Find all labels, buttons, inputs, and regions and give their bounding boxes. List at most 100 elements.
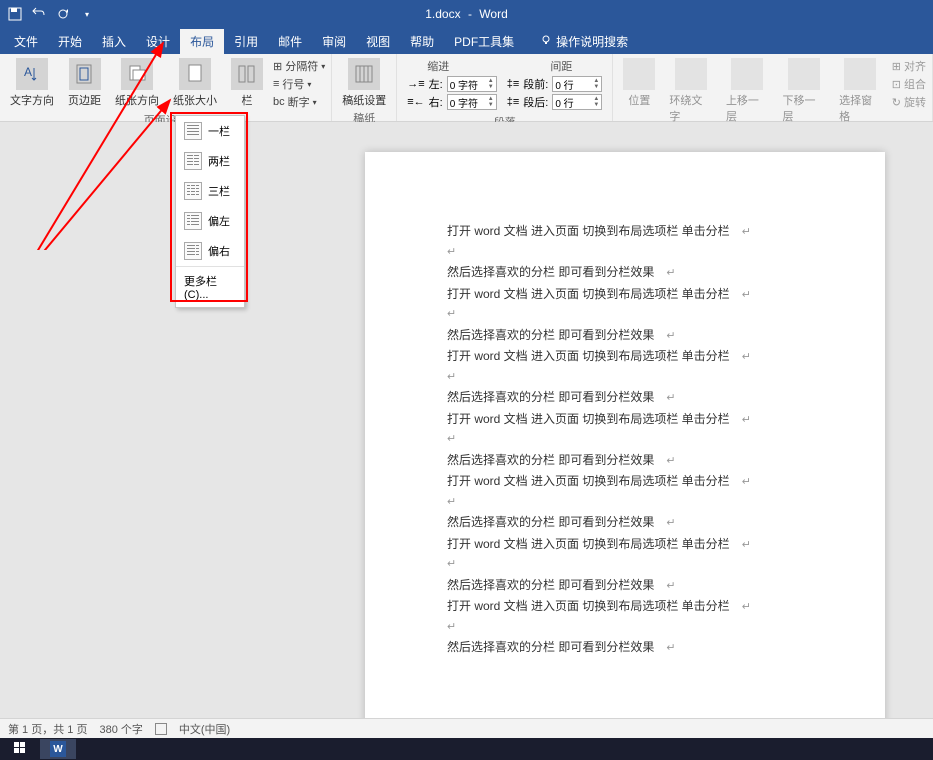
menu-insert[interactable]: 插入 xyxy=(92,29,136,54)
qat-dropdown-icon[interactable]: ▾ xyxy=(80,7,94,21)
tell-me-search[interactable]: 操作说明搜索 xyxy=(532,31,636,52)
ribbon-group-arrange: 位置 环绕文字 上移一层 下移一层 选择窗格 ⊞ 对齐 xyxy=(613,54,933,121)
columns-button[interactable]: 栏 xyxy=(225,56,269,110)
menu-help[interactable]: 帮助 xyxy=(400,29,444,54)
document-line: 然后选择喜欢的分栏 即可看到分栏效果↵ xyxy=(447,451,849,470)
one-column-icon xyxy=(184,122,202,140)
bring-forward-icon xyxy=(731,58,763,90)
app-name: Word xyxy=(475,7,507,21)
orientation-icon xyxy=(121,58,153,90)
hyphenation-button[interactable]: bc 断字 ▾ xyxy=(273,94,325,110)
menubar: 文件 开始 插入 设计 布局 引用 邮件 审阅 视图 帮助 PDF工具集 操作说… xyxy=(0,28,933,54)
menu-file[interactable]: 文件 xyxy=(4,29,48,54)
menu-home[interactable]: 开始 xyxy=(48,29,92,54)
document-line: 打开 word 文档 进入页面 切换到布局选项栏 单击分栏↵ xyxy=(447,597,849,616)
columns-option-two[interactable]: 两栏 xyxy=(176,146,244,176)
empty-paragraph: ↵ xyxy=(447,244,849,261)
align-icon: ⊞ xyxy=(892,60,901,73)
titlebar: ▾ 1.docx - Word xyxy=(0,0,933,28)
windows-icon xyxy=(13,741,27,758)
manuscript-settings-button[interactable]: 稿纸设置 xyxy=(336,56,392,110)
indent-left-icon: →≡ xyxy=(407,78,424,90)
three-column-icon xyxy=(184,182,202,200)
orientation-button[interactable]: 纸张方向 xyxy=(109,56,165,110)
selection-pane-button[interactable]: 选择窗格 xyxy=(833,56,888,126)
breaks-button[interactable]: ⊞ 分隔符 ▾ xyxy=(273,58,325,74)
text-direction-button[interactable]: A 文字方向 xyxy=(4,56,60,110)
status-language[interactable]: 中文(中国) xyxy=(179,721,230,737)
statusbar: 第 1 页，共 1 页 380 个字 中文(中国) xyxy=(0,718,933,738)
menu-layout[interactable]: 布局 xyxy=(180,29,224,54)
document-workspace[interactable]: 打开 word 文档 进入页面 切换到布局选项栏 单击分栏↵ ↵ 然后选择喜欢的分栏… xyxy=(0,122,933,738)
columns-more-option[interactable]: 更多栏(C)... xyxy=(176,267,244,307)
wrap-text-icon xyxy=(675,58,707,90)
columns-icon xyxy=(231,58,263,90)
save-icon[interactable] xyxy=(8,7,22,21)
position-icon xyxy=(623,58,655,90)
word-icon: W xyxy=(50,741,66,757)
group-button: ⊡ 组合 xyxy=(892,76,926,92)
taskbar-word-button[interactable]: W xyxy=(40,739,76,759)
ribbon: A 文字方向 页边距 纸张方向 纸张大小 xyxy=(0,54,933,122)
status-page-info[interactable]: 第 1 页，共 1 页 xyxy=(8,721,87,737)
align-button: ⊞ 对齐 xyxy=(892,58,926,74)
document-line: 然后选择喜欢的分栏 即可看到分栏效果↵ xyxy=(447,388,849,407)
empty-paragraph: ↵ xyxy=(447,369,849,386)
document-line: 打开 word 文档 进入页面 切换到布局选项栏 单击分栏↵ xyxy=(447,285,849,304)
document-line: 打开 word 文档 进入页面 切换到布局选项栏 单击分栏↵ xyxy=(447,410,849,429)
menu-pdf-tools[interactable]: PDF工具集 xyxy=(444,29,524,54)
wrap-text-button: 环绕文字 xyxy=(663,56,718,126)
send-backward-icon xyxy=(788,58,820,90)
menu-review[interactable]: 审阅 xyxy=(312,29,356,54)
position-button: 位置 xyxy=(617,56,661,110)
redo-icon[interactable] xyxy=(56,7,70,21)
status-proofing-icon[interactable] xyxy=(155,722,167,734)
menu-view[interactable]: 视图 xyxy=(356,29,400,54)
bring-forward-button: 上移一层 xyxy=(720,56,775,126)
svg-text:A: A xyxy=(24,65,32,79)
rotate-button: ↻ 旋转 xyxy=(892,94,926,110)
menu-references[interactable]: 引用 xyxy=(224,29,268,54)
two-column-icon xyxy=(184,152,202,170)
columns-option-left[interactable]: 偏左 xyxy=(176,206,244,236)
breaks-icon: ⊞ xyxy=(273,60,282,73)
document-line: 然后选择喜欢的分栏 即可看到分栏效果↵ xyxy=(447,576,849,595)
empty-paragraph: ↵ xyxy=(447,306,849,323)
empty-paragraph: ↵ xyxy=(447,619,849,636)
line-numbers-icon: ≡ xyxy=(273,78,279,90)
columns-option-right[interactable]: 偏右 xyxy=(176,236,244,266)
menu-design[interactable]: 设计 xyxy=(136,29,180,54)
taskbar-start-button[interactable] xyxy=(2,739,38,759)
document-line: 打开 word 文档 进入页面 切换到布局选项栏 单击分栏↵ xyxy=(447,222,849,241)
menu-mailings[interactable]: 邮件 xyxy=(268,29,312,54)
status-word-count[interactable]: 380 个字 xyxy=(99,721,142,737)
document-line: 然后选择喜欢的分栏 即可看到分栏效果↵ xyxy=(447,326,849,345)
document-line: 然后选择喜欢的分栏 即可看到分栏效果↵ xyxy=(447,638,849,657)
empty-paragraph: ↵ xyxy=(447,431,849,448)
manuscript-icon xyxy=(348,58,380,90)
undo-icon[interactable] xyxy=(32,7,46,21)
selection-pane-icon xyxy=(844,58,876,90)
left-column-icon xyxy=(184,212,202,230)
document-title: 1.docx xyxy=(425,7,464,21)
document-line: 打开 word 文档 进入页面 切换到布局选项栏 单击分栏↵ xyxy=(447,472,849,491)
indent-left-input[interactable]: 0 字符 ▲▼ xyxy=(447,76,497,92)
empty-paragraph: ↵ xyxy=(447,556,849,573)
document-line: 打开 word 文档 进入页面 切换到布局选项栏 单击分栏↵ xyxy=(447,535,849,554)
margins-icon xyxy=(69,58,101,90)
ribbon-group-page-setup: A 文字方向 页边距 纸张方向 纸张大小 xyxy=(0,54,332,121)
line-numbers-button[interactable]: ≡ 行号 ▾ xyxy=(273,76,325,92)
margins-button[interactable]: 页边距 xyxy=(62,56,107,110)
columns-option-one[interactable]: 一栏 xyxy=(176,116,244,146)
indent-right-input[interactable]: 0 字符 ▲▼ xyxy=(447,94,497,110)
spacing-after-input[interactable]: 0 行 ▲▼ xyxy=(552,94,602,110)
columns-dropdown: 一栏 两栏 三栏 偏左 偏右 更多栏(C)... xyxy=(175,115,245,308)
ribbon-group-paragraph: 缩进 间距 →≡ 左: 0 字符 ▲▼ ‡≡ 段前: 0 行 ▲▼ ≡← 右: xyxy=(397,54,613,121)
spacing-before-input[interactable]: 0 行 ▲▼ xyxy=(552,76,602,92)
text-direction-icon: A xyxy=(16,58,48,90)
taskbar: W xyxy=(0,738,933,760)
size-button[interactable]: 纸张大小 xyxy=(167,56,223,110)
right-column-icon xyxy=(184,242,202,260)
columns-option-three[interactable]: 三栏 xyxy=(176,176,244,206)
spacing-before-icon: ‡≡ xyxy=(507,78,520,90)
